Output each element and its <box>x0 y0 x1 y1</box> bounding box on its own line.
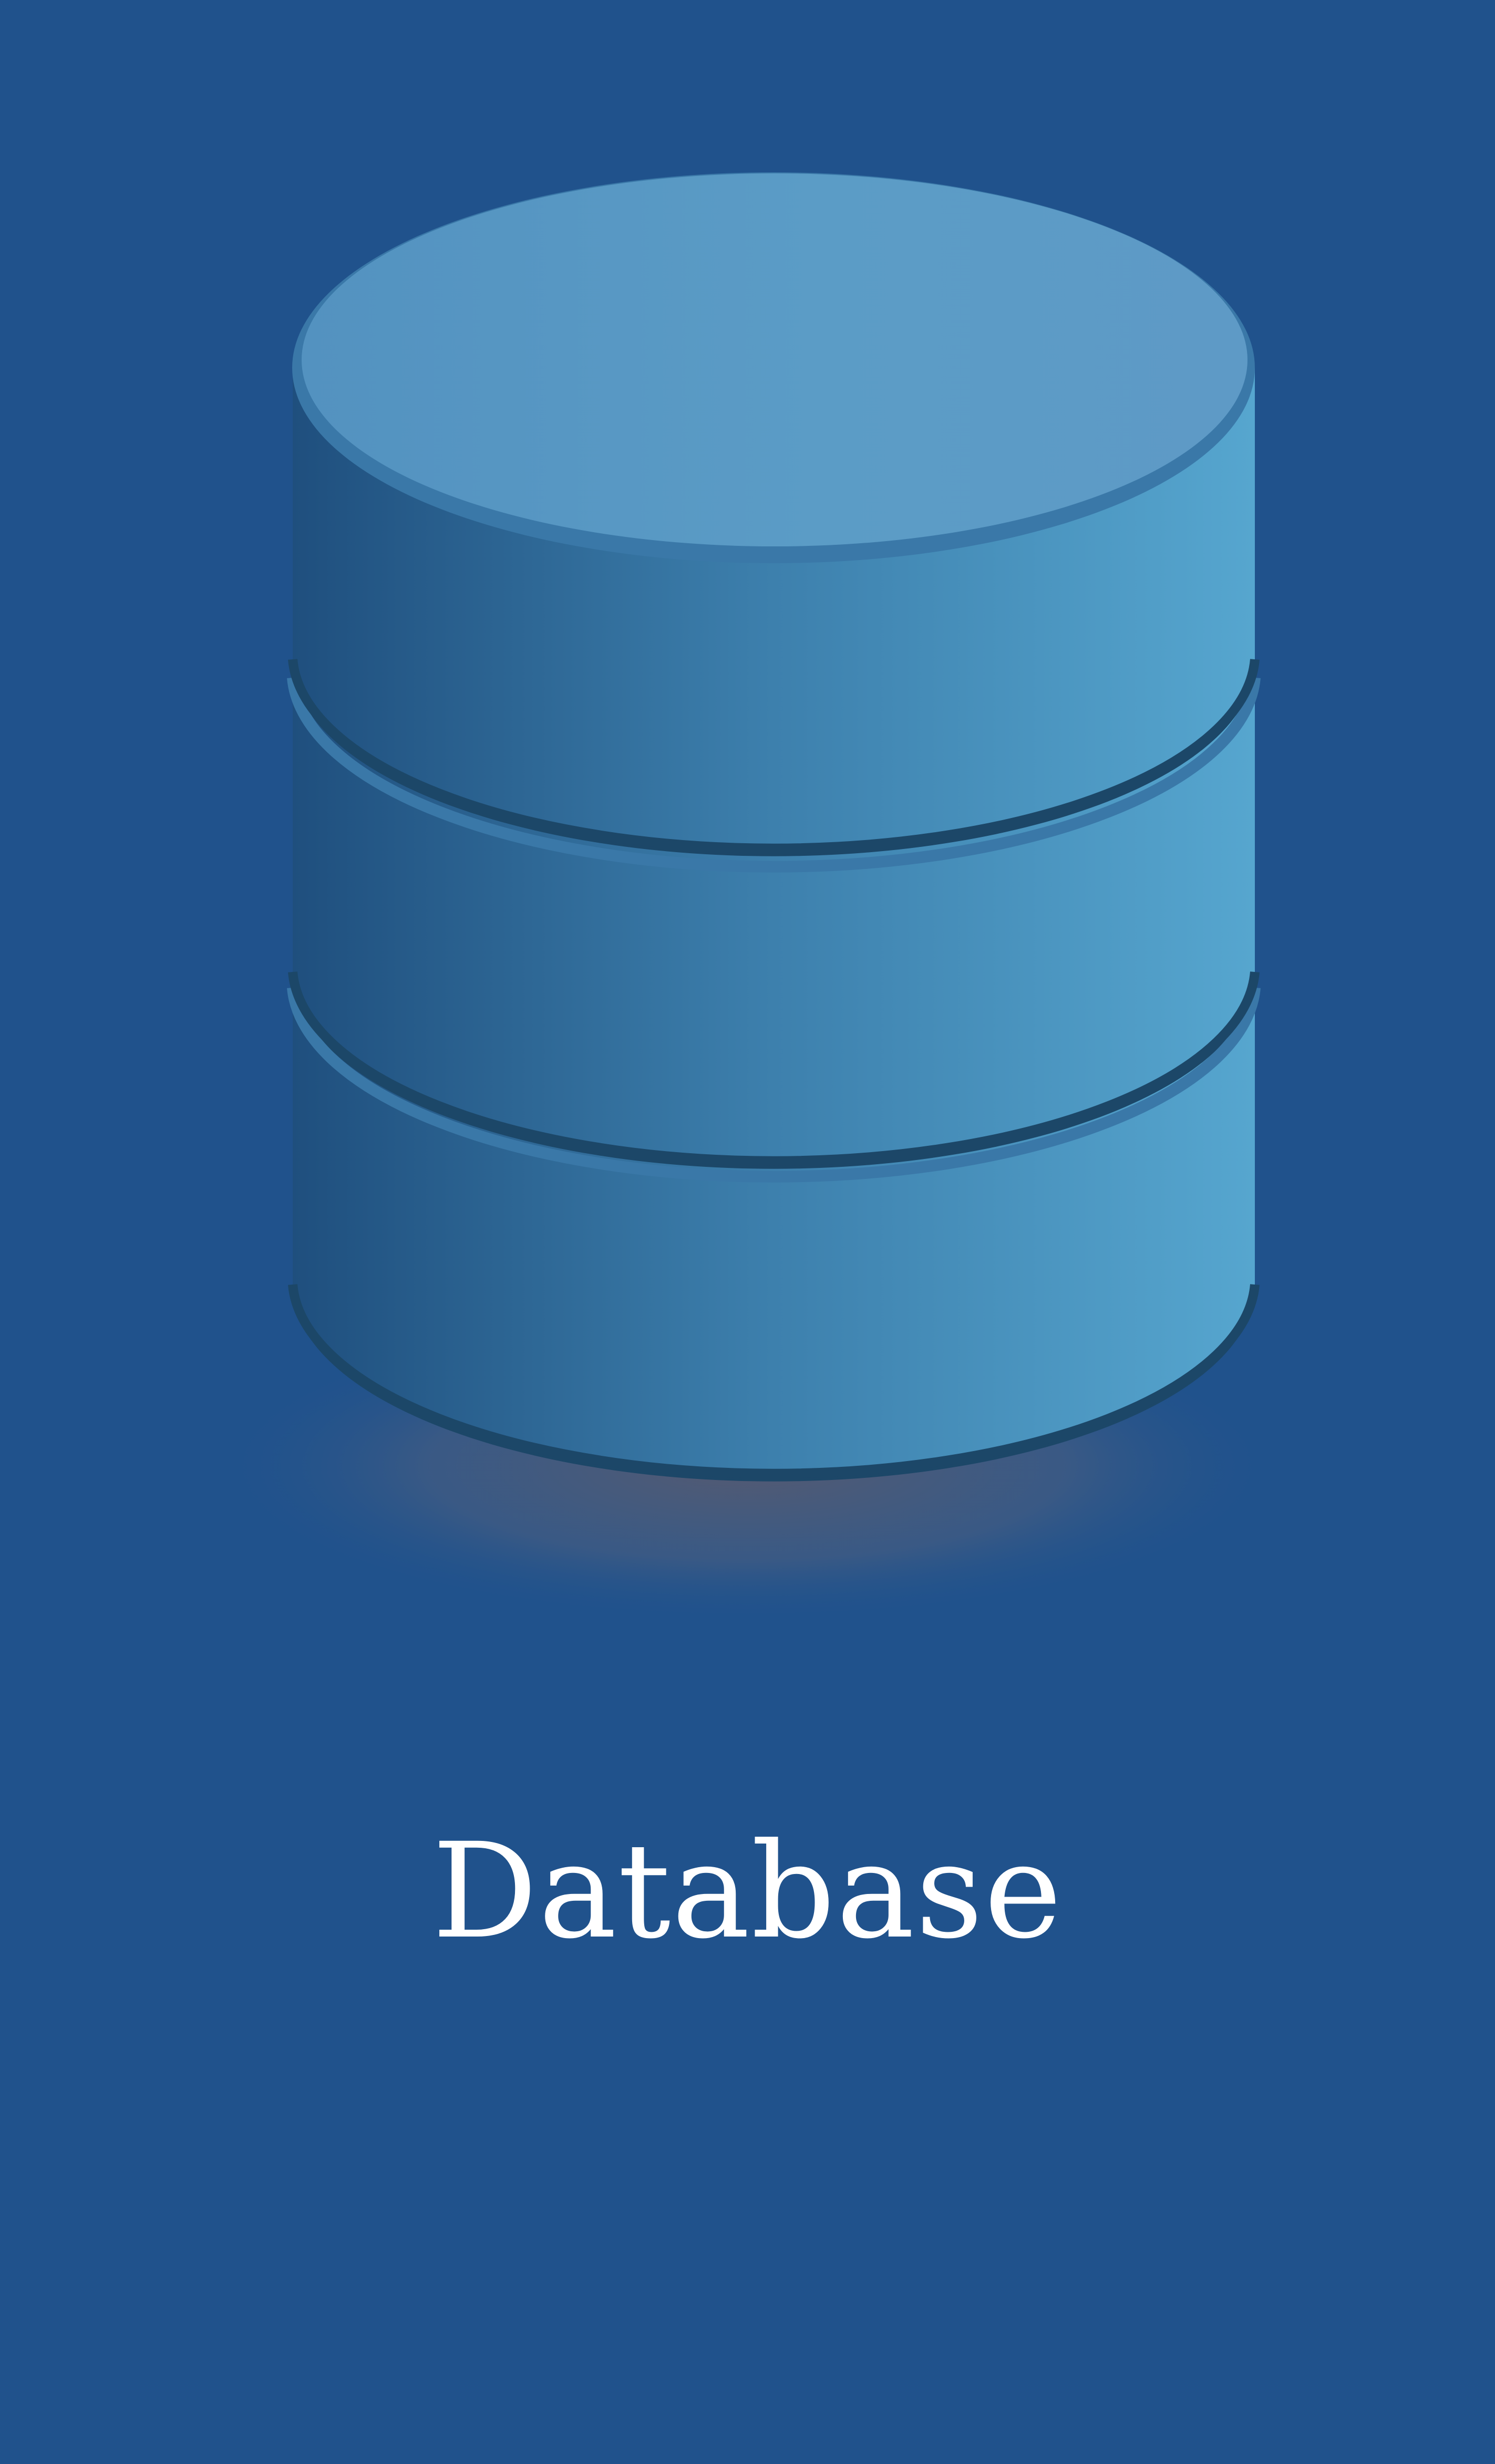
database-cylinder-icon <box>211 172 1283 1623</box>
top-face <box>292 172 1255 563</box>
database-label: Database <box>432 1815 1063 1968</box>
diagram-canvas: Database <box>0 0 1495 2464</box>
